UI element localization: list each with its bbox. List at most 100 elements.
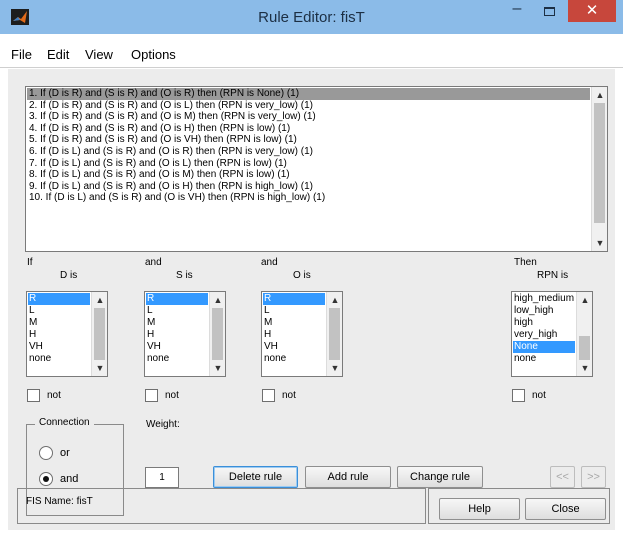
list-item[interactable]: none [263, 353, 325, 365]
checkbox-box[interactable] [145, 389, 158, 402]
rule-item[interactable]: 6. If (D is L) and (S is R) and (O is R)… [27, 146, 590, 158]
status-bar: FIS Name: fisT [17, 488, 426, 524]
o-listbox-scrollbar[interactable]: ▲ ▼ [326, 292, 342, 376]
rule-item[interactable]: 8. If (D is L) and (S is R) and (O is M)… [27, 169, 590, 181]
scroll-up-icon[interactable]: ▲ [577, 293, 592, 307]
scroll-thumb[interactable] [329, 308, 340, 360]
scroll-thumb[interactable] [94, 308, 105, 360]
minimize-icon: – [512, 0, 522, 17]
and-label: and [60, 473, 79, 485]
not-label: not [47, 390, 61, 401]
next-rule-button[interactable]: >> [581, 466, 606, 488]
rpn-listbox[interactable]: high_medium low_high high very_high None… [511, 291, 593, 377]
o-is-label: O is [293, 270, 311, 281]
not-label: not [165, 390, 179, 401]
scroll-down-icon[interactable]: ▼ [92, 361, 107, 375]
and-label: and [261, 257, 278, 268]
list-item[interactable]: very_high [513, 329, 575, 341]
d-listbox[interactable]: R L M H VH none ▲ ▼ [26, 291, 108, 377]
close-icon: ✕ [585, 2, 599, 19]
o-listbox[interactable]: R L M H VH none ▲ ▼ [261, 291, 343, 377]
and-label: and [145, 257, 162, 268]
list-item[interactable]: M [146, 317, 208, 329]
rule-item[interactable]: 9. If (D is L) and (S is R) and (O is H)… [27, 181, 590, 193]
scroll-up-icon[interactable]: ▲ [592, 88, 607, 102]
list-item[interactable]: R [28, 293, 90, 305]
checkbox-box[interactable] [27, 389, 40, 402]
scroll-thumb[interactable] [212, 308, 223, 360]
list-item[interactable]: L [263, 305, 325, 317]
list-item[interactable]: None [513, 341, 575, 353]
checkbox-box[interactable] [262, 389, 275, 402]
close-button[interactable]: Close [525, 498, 606, 520]
radio-button[interactable] [39, 472, 53, 486]
s-listbox-scrollbar[interactable]: ▲ ▼ [209, 292, 225, 376]
list-item[interactable]: L [146, 305, 208, 317]
list-item[interactable]: R [263, 293, 325, 305]
list-item[interactable]: VH [146, 341, 208, 353]
s-listbox[interactable]: R L M H VH none ▲ ▼ [144, 291, 226, 377]
list-item[interactable]: H [28, 329, 90, 341]
rule-item[interactable]: 4. If (D is R) and (S is R) and (O is H)… [27, 123, 590, 135]
d-is-label: D is [60, 270, 78, 281]
list-item[interactable]: none [28, 353, 90, 365]
add-rule-button[interactable]: Add rule [305, 466, 391, 488]
list-item[interactable]: L [28, 305, 90, 317]
help-button[interactable]: Help [439, 498, 520, 520]
list-item[interactable]: high [513, 317, 575, 329]
list-item[interactable]: H [263, 329, 325, 341]
menu-options[interactable]: Options [131, 47, 176, 62]
s-is-label: S is [176, 270, 193, 281]
checkbox-box[interactable] [512, 389, 525, 402]
minimize-button[interactable]: – [502, 0, 532, 22]
change-rule-button[interactable]: Change rule [397, 466, 483, 488]
weight-input[interactable] [145, 467, 179, 488]
scroll-up-icon[interactable]: ▲ [92, 293, 107, 307]
list-item[interactable]: M [28, 317, 90, 329]
radio-button[interactable] [39, 446, 53, 460]
rule-list-scrollbar[interactable]: ▲ ▼ [591, 87, 607, 251]
rule-item[interactable]: 3. If (D is R) and (S is R) and (O is M)… [27, 111, 590, 123]
scroll-down-icon[interactable]: ▼ [592, 236, 607, 250]
list-item[interactable]: M [263, 317, 325, 329]
list-item[interactable]: none [146, 353, 208, 365]
menu-view[interactable]: View [85, 47, 113, 62]
title-bar: Rule Editor: fisT – ✕ [0, 0, 623, 34]
scroll-down-icon[interactable]: ▼ [210, 361, 225, 375]
list-item[interactable]: VH [263, 341, 325, 353]
rule-editor-panel: 1. If (D is R) and (S is R) and (O is R)… [8, 69, 615, 530]
scroll-down-icon[interactable]: ▼ [577, 361, 592, 375]
rpn-is-label: RPN is [537, 270, 569, 281]
not-label: not [282, 390, 296, 401]
rule-item[interactable]: 7. If (D is L) and (S is R) and (O is L)… [27, 158, 590, 170]
rule-item[interactable]: 2. If (D is R) and (S is R) and (O is L)… [27, 100, 590, 112]
rule-item[interactable]: 10. If (D is L) and (S is R) and (O is V… [27, 192, 590, 204]
menu-edit[interactable]: Edit [47, 47, 69, 62]
list-item[interactable]: low_high [513, 305, 575, 317]
maximize-button[interactable] [534, 0, 564, 22]
previous-rule-button[interactable]: << [550, 466, 575, 488]
list-item[interactable]: H [146, 329, 208, 341]
list-item[interactable]: R [146, 293, 208, 305]
scroll-thumb[interactable] [579, 336, 590, 360]
if-label: If [27, 257, 33, 268]
rule-list[interactable]: 1. If (D is R) and (S is R) and (O is R)… [25, 86, 608, 252]
scroll-up-icon[interactable]: ▲ [327, 293, 342, 307]
connection-title: Connection [35, 417, 94, 428]
list-item[interactable]: VH [28, 341, 90, 353]
close-window-button[interactable]: ✕ [568, 0, 616, 22]
d-listbox-scrollbar[interactable]: ▲ ▼ [91, 292, 107, 376]
fis-name-text: FIS Name: fisT [26, 496, 93, 507]
rule-item[interactable]: 5. If (D is R) and (S is R) and (O is VH… [27, 134, 590, 146]
rpn-listbox-scrollbar[interactable]: ▲ ▼ [576, 292, 592, 376]
then-label: Then [514, 257, 537, 268]
scroll-thumb[interactable] [594, 103, 605, 223]
maximize-icon [543, 7, 555, 16]
list-item[interactable]: high_medium [513, 293, 575, 305]
list-item[interactable]: none [513, 353, 575, 365]
delete-rule-button[interactable]: Delete rule [213, 466, 298, 488]
menu-file[interactable]: File [11, 47, 32, 62]
scroll-up-icon[interactable]: ▲ [210, 293, 225, 307]
rule-item[interactable]: 1. If (D is R) and (S is R) and (O is R)… [27, 88, 590, 100]
scroll-down-icon[interactable]: ▼ [327, 361, 342, 375]
